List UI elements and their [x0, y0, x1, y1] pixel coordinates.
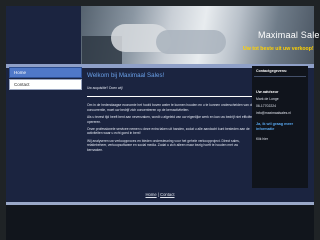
paragraph-2: Als u tevest tijd heeft bent aan nevenza… [87, 115, 254, 124]
footer-link-home[interactable]: Home [145, 192, 156, 197]
handshake-hand-right [156, 30, 226, 54]
paragraph-3: Onze professionele servicee nemen u deze… [87, 127, 250, 136]
main-content: Welkom bij Maximaal Sales! Uw acquisitie… [87, 72, 255, 152]
advisor-title: Uw adviseur [256, 90, 279, 94]
site-header: Maximaal Sales Uw tot beste uit uw verko… [6, 6, 320, 64]
sidebar-item-home[interactable]: Home [9, 67, 82, 78]
footer-link-contact[interactable]: Contact [160, 192, 174, 197]
page-container: Maximaal Sales Uw tot beste uit uw verko… [6, 6, 320, 202]
advisor-email[interactable]: info@maximaalsales.nl [252, 108, 308, 115]
site-footer: Home | Contact [6, 192, 314, 240]
advisor-name: Mark de Longe [256, 97, 279, 101]
advisor-phone: 06-17702224 [256, 104, 276, 108]
content-divider [87, 96, 252, 98]
sidebar-nav: Home Contact [9, 67, 82, 91]
contact-panel: Contactgegevens: Uw adviseur Mark de Lon… [252, 66, 308, 188]
footer-links: Home | Contact [6, 192, 314, 197]
contact-heading: Contactgegevens: [256, 69, 288, 73]
info-request-text: Ja, ik wil graag meer informatie [256, 122, 294, 131]
click-here-link[interactable]: Klik hier [252, 132, 308, 141]
welcome-text: Uw acquisitie? Doen wij! [87, 86, 123, 90]
site-title: Maximaal Sales [258, 30, 320, 40]
paragraph-1: Om in de hedendaagse economie het hoofd … [87, 103, 254, 112]
page-title: Welkom bij Maximaal Sales! [87, 72, 165, 79]
paragraph-4: Wij analyseren uw verkoopproces en biede… [87, 138, 240, 152]
site-tagline: Uw tot beste uit uw verkoop! [243, 46, 314, 52]
sidebar-item-contact[interactable]: Contact [9, 79, 82, 90]
